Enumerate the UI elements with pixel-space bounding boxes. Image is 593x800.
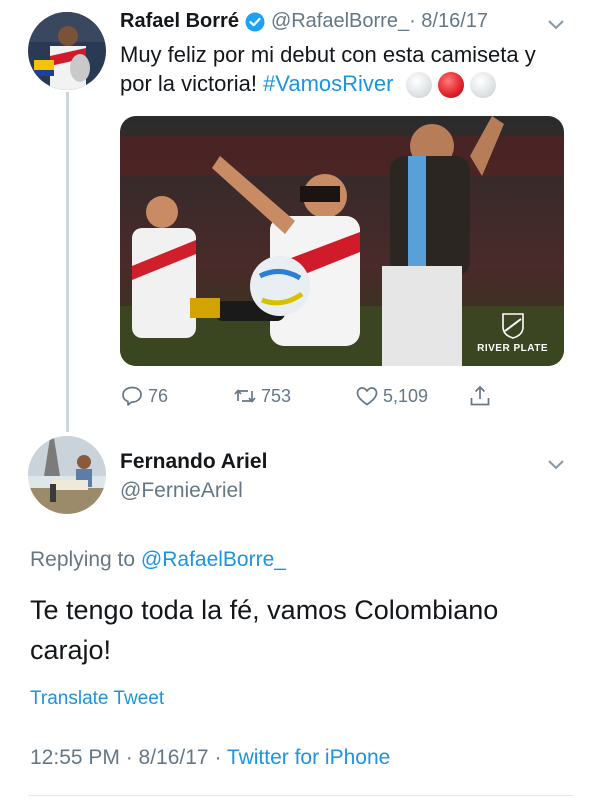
tweet1-action-bar: 76 753 5,109 [120, 384, 520, 410]
avatar-rafael-borre[interactable] [28, 12, 106, 90]
translate-tweet-link[interactable]: Translate Tweet [30, 688, 164, 710]
tweet1-chevron-down-icon[interactable] [547, 18, 565, 30]
retweet-button[interactable]: 753 [233, 384, 291, 408]
tweet2-timestamp: 12:55 PM · 8/16/17 · Twitter for iPhone [30, 746, 390, 770]
white-circle-emoji-icon [469, 72, 496, 99]
tweet2-author-name[interactable]: Fernando Ariel [120, 450, 267, 474]
share-icon [470, 385, 490, 406]
watermark-text: RIVER PLATE [477, 343, 548, 354]
tweet2-time[interactable]: 12:55 PM · 8/16/17 · [30, 746, 227, 769]
avatar-fernando-ariel[interactable] [28, 436, 106, 514]
reply-count: 76 [148, 385, 169, 406]
hashtag-link[interactable]: #VamosRiver [263, 71, 393, 96]
river-plate-watermark: RIVER PLATE [477, 313, 548, 354]
red-circle-emoji-icon [437, 72, 464, 99]
emoji-group [405, 72, 496, 99]
tweet2-chevron-down-icon[interactable] [547, 458, 565, 470]
white-circle-emoji-icon [405, 72, 432, 99]
reply-button[interactable]: 76 [120, 384, 168, 408]
tweet1-photo[interactable]: RIVER PLATE [120, 116, 564, 366]
river-plate-crest-icon [501, 313, 524, 339]
thread-connector-line [66, 92, 69, 432]
retweet-icon [234, 389, 256, 403]
replying-prefix: Replying to [30, 548, 141, 571]
tweet1-author-handle[interactable]: @RafaelBorre_ [271, 10, 409, 33]
tweet1-header: Rafael Borré @RafaelBorre_ · 8/16/17 [120, 10, 488, 33]
tweet-source-link[interactable]: Twitter for iPhone [227, 746, 390, 769]
replying-mention-link[interactable]: @RafaelBorre_ [141, 548, 286, 571]
tweet1-text: Muy feliz por mi debut con esta camiseta… [120, 40, 570, 99]
share-button[interactable] [468, 384, 492, 408]
tweet1-author-name[interactable]: Rafael Borré [120, 10, 239, 33]
tweet2-text: Te tengo toda la fé, vamos Colombiano ca… [30, 595, 499, 665]
reply-icon [122, 386, 142, 406]
like-count: 5,109 [383, 385, 429, 406]
like-button[interactable]: 5,109 [355, 384, 428, 408]
verified-badge-icon [245, 12, 265, 32]
divider [28, 795, 573, 796]
retweet-count: 753 [261, 385, 292, 406]
heart-icon [356, 387, 378, 406]
tweet1-date[interactable]: · 8/16/17 [409, 10, 488, 33]
replying-to-line: Replying to @RafaelBorre_ [30, 548, 286, 572]
tweet2-author-handle[interactable]: @FernieAriel [120, 479, 243, 503]
